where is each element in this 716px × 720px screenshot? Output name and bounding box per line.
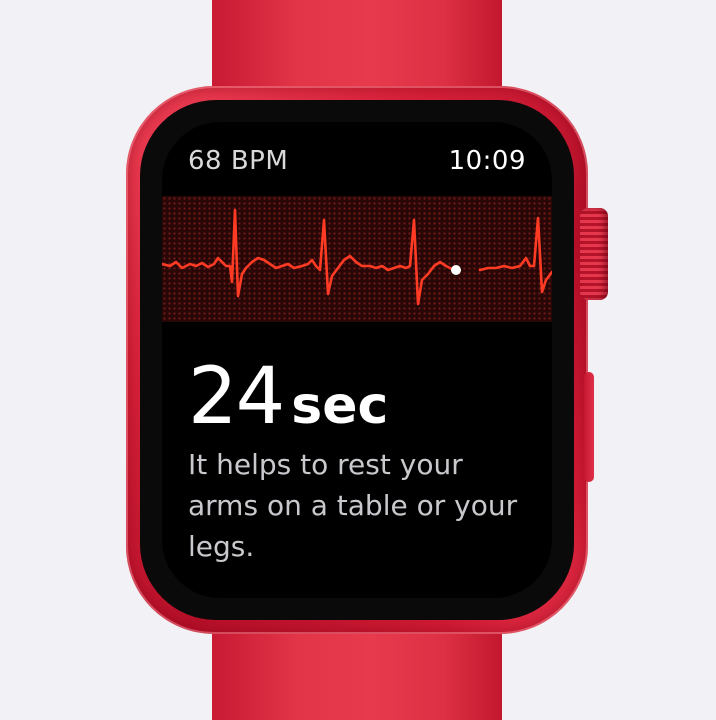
heart-rate-readout: 68 BPM (188, 146, 289, 176)
watch-scene: 68 BPM 10:09 24 sec It helps to rest your… (0, 0, 716, 720)
elapsed-timer: 24 sec (188, 352, 388, 442)
digital-crown[interactable] (580, 208, 608, 300)
ecg-waveform (162, 196, 552, 322)
elapsed-seconds-unit: sec (291, 376, 389, 436)
ecg-trace-previous (478, 216, 552, 294)
ecg-trace-recorded (162, 208, 456, 306)
instruction-text: It helps to rest your arms on a table or… (188, 448, 518, 563)
clock-time: 10:09 (448, 146, 526, 176)
watch-screen: 68 BPM 10:09 24 sec It helps to rest your… (162, 122, 552, 598)
side-button[interactable] (584, 372, 594, 482)
elapsed-seconds-value: 24 (188, 352, 285, 442)
ecg-cursor-dot (451, 265, 461, 275)
ecg-trace-graphic (162, 208, 552, 306)
